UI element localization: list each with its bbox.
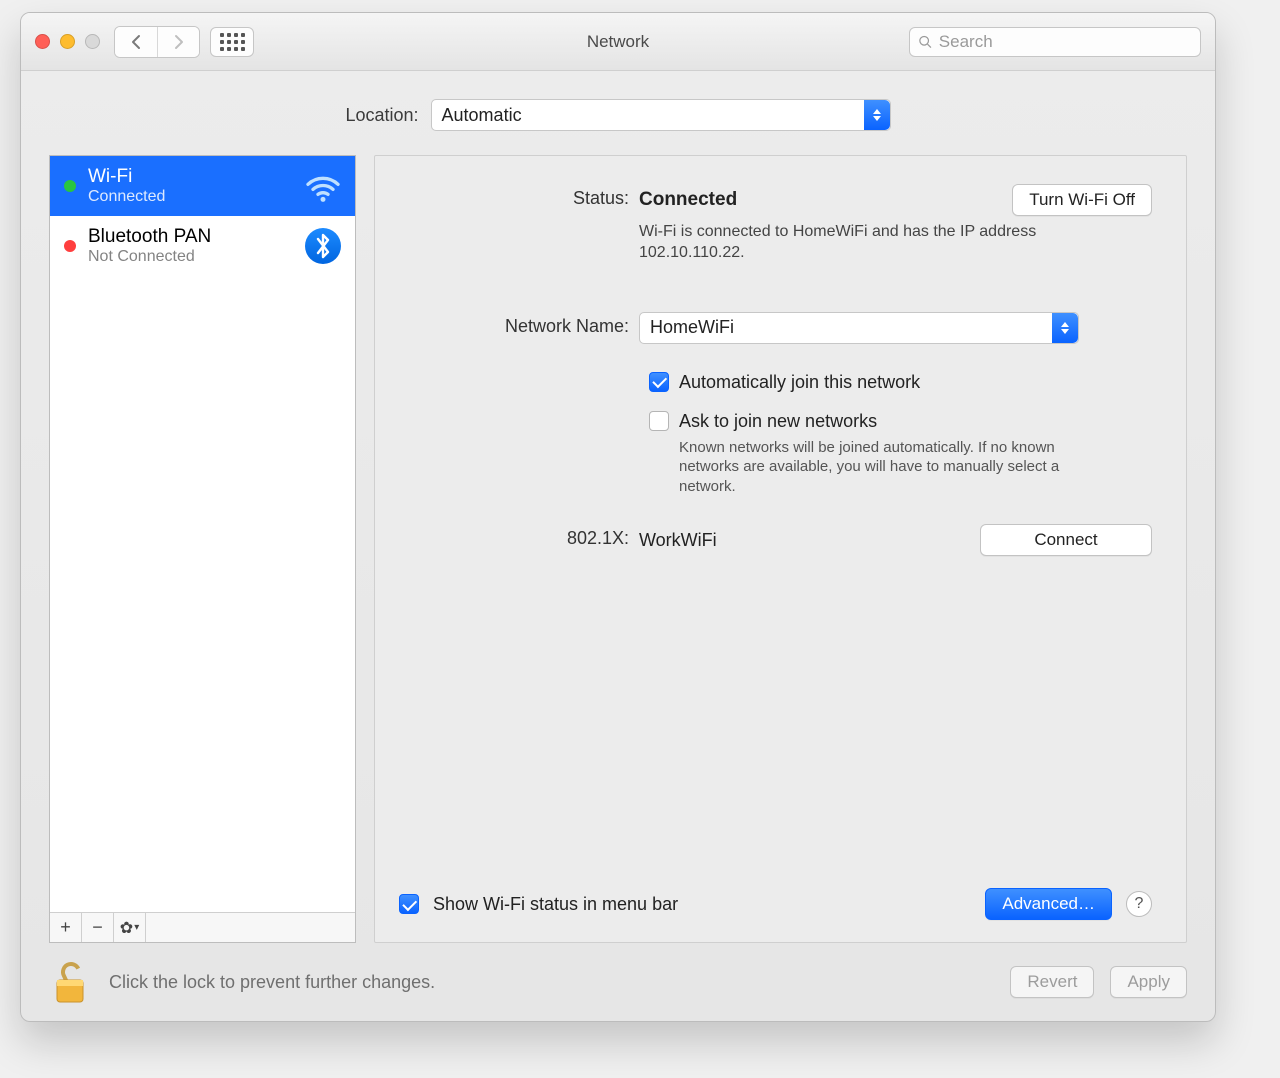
status-label: Status: <box>399 184 639 209</box>
grid-icon <box>220 33 245 51</box>
show-status-checkbox[interactable] <box>399 894 419 914</box>
ask-join-checkbox[interactable] <box>649 411 669 431</box>
ask-join-description: Known networks will be joined automatica… <box>679 438 1099 497</box>
chevron-left-icon <box>129 34 143 50</box>
back-button[interactable] <box>115 27 157 57</box>
show-status-label: Show Wi-Fi status in menu bar <box>433 894 678 915</box>
zoom-button[interactable] <box>85 34 100 49</box>
interface-status: Not Connected <box>88 248 211 266</box>
lock-button[interactable] <box>49 958 91 1006</box>
content-split: Wi-Fi Connected <box>21 155 1215 943</box>
status-dot-icon <box>64 180 76 192</box>
auto-join-checkbox[interactable] <box>649 372 669 392</box>
location-select[interactable]: Automatic <box>431 99 891 131</box>
add-interface-button[interactable]: + <box>50 913 82 942</box>
dot1x-label: 802.1X: <box>399 524 639 549</box>
unlocked-lock-icon <box>49 958 91 1006</box>
network-name-label: Network Name: <box>399 312 639 337</box>
interface-name: Bluetooth PAN <box>88 226 211 248</box>
status-value: Connected <box>639 189 737 211</box>
interfaces-list-footer: + − ✿ ▾ <box>50 912 355 942</box>
interfaces-list-body: Wi-Fi Connected <box>50 156 355 912</box>
nav-group <box>114 26 200 58</box>
wifi-icon <box>303 166 343 206</box>
search-input[interactable] <box>939 32 1192 52</box>
chevron-down-icon: ▾ <box>134 922 139 933</box>
location-value: Automatic <box>442 105 522 126</box>
titlebar: Network <box>21 13 1215 71</box>
network-prefs-window: Network Location: Automatic Wi-Fi Conne <box>20 12 1216 1022</box>
chevron-updown-icon <box>1052 313 1078 343</box>
revert-button[interactable]: Revert <box>1010 966 1094 998</box>
gear-icon: ✿ <box>120 918 133 938</box>
minimize-button[interactable] <box>60 34 75 49</box>
detail-panel: Status: Connected Turn Wi-Fi Off Wi-Fi i… <box>374 155 1187 943</box>
toggle-wifi-button[interactable]: Turn Wi-Fi Off <box>1012 184 1152 216</box>
connect-button[interactable]: Connect <box>980 524 1152 556</box>
chevron-updown-icon <box>864 100 890 130</box>
bottom-bar: Click the lock to prevent further change… <box>21 943 1215 1021</box>
location-row: Location: Automatic <box>21 71 1215 155</box>
network-name-value: HomeWiFi <box>650 317 734 338</box>
interface-actions-button[interactable]: ✿ ▾ <box>114 913 146 942</box>
search-field[interactable] <box>909 27 1201 57</box>
chevron-right-icon <box>172 34 186 50</box>
interface-status: Connected <box>88 188 165 206</box>
close-button[interactable] <box>35 34 50 49</box>
dot1x-value: WorkWiFi <box>639 530 717 551</box>
interface-item-wifi[interactable]: Wi-Fi Connected <box>50 156 355 216</box>
forward-button[interactable] <box>157 27 199 57</box>
bluetooth-icon <box>303 226 343 266</box>
help-button[interactable]: ? <box>1126 891 1152 917</box>
network-name-select[interactable]: HomeWiFi <box>639 312 1079 344</box>
help-icon: ? <box>1135 895 1144 913</box>
location-label: Location: <box>345 105 418 126</box>
show-all-button[interactable] <box>210 27 254 57</box>
interface-item-bluetooth-pan[interactable]: Bluetooth PAN Not Connected <box>50 216 355 276</box>
lock-hint: Click the lock to prevent further change… <box>109 972 435 993</box>
apply-button[interactable]: Apply <box>1110 966 1187 998</box>
auto-join-label: Automatically join this network <box>679 372 920 393</box>
interface-name: Wi-Fi <box>88 166 165 188</box>
status-dot-icon <box>64 240 76 252</box>
advanced-button[interactable]: Advanced… <box>985 888 1112 920</box>
ask-join-label: Ask to join new networks <box>679 411 877 431</box>
search-icon <box>918 34 933 50</box>
interfaces-list: Wi-Fi Connected <box>49 155 356 943</box>
status-description: Wi-Fi is connected to HomeWiFi and has t… <box>639 222 1079 264</box>
traffic-lights <box>35 34 100 49</box>
remove-interface-button[interactable]: − <box>82 913 114 942</box>
